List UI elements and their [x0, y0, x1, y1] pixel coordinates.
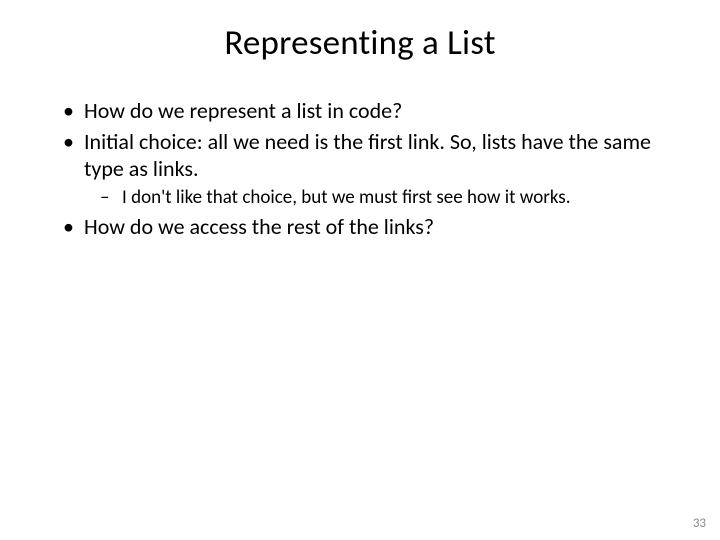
slide: Representing a List How do we represent … [0, 0, 720, 540]
bullet-text: How do we represent a list in code? [84, 97, 402, 124]
slide-title: Representing a List [50, 22, 670, 64]
bullet-item: How do we access the rest of the links? [58, 214, 670, 241]
bullet-list: How do we represent a list in code? Init… [58, 98, 670, 241]
sub-bullet-text: I don't like that choice, but we must fi… [122, 186, 571, 209]
slide-content: How do we represent a list in code? Init… [50, 98, 670, 241]
bullet-item: How do we represent a list in code? [58, 98, 670, 125]
bullet-item: Initial choice: all we need is the first… [58, 129, 670, 210]
page-number: 33 [693, 516, 706, 531]
bullet-text: How do we access the rest of the links? [84, 213, 434, 240]
sub-bullet-item: I don't like that choice, but we must fi… [96, 186, 670, 210]
bullet-text: Initial choice: all we need is the first… [84, 128, 651, 182]
sub-bullet-list: I don't like that choice, but we must fi… [84, 186, 670, 210]
